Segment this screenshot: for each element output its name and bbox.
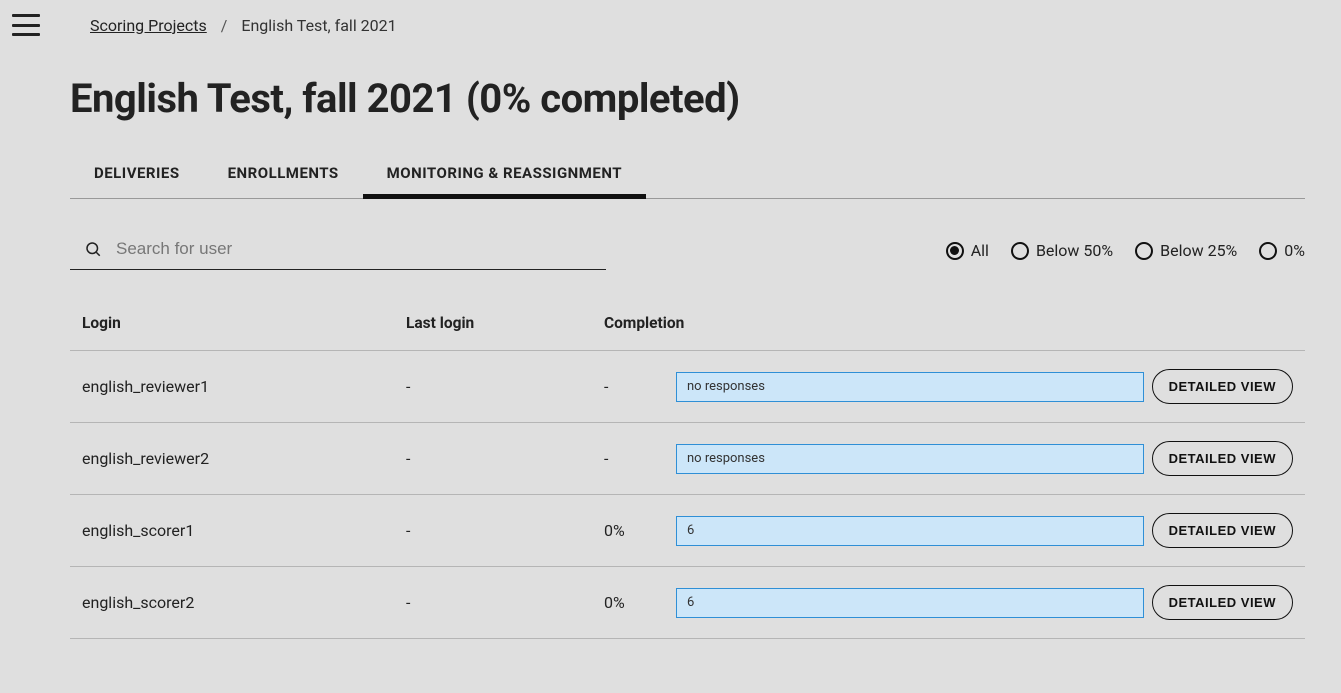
search-input[interactable]: [116, 239, 602, 259]
radio-icon: [1259, 242, 1277, 260]
detailed-view-button[interactable]: DETAILED VIEW: [1152, 585, 1293, 620]
filter-label: Below 25%: [1160, 241, 1237, 260]
table-row: english_scorer2 - 0% 6 DETAILED VIEW: [70, 566, 1305, 639]
filter-label: All: [971, 241, 989, 260]
tab-monitoring[interactable]: MONITORING & REASSIGNMENT: [387, 152, 622, 198]
filter-radio-below-50[interactable]: Below 50%: [1011, 241, 1113, 260]
filter-label: 0%: [1284, 241, 1305, 260]
col-header-login: Login: [82, 314, 406, 332]
breadcrumb-current: English Test, fall 2021: [241, 16, 396, 35]
cell-last-login: -: [406, 377, 604, 396]
search-icon: [84, 240, 102, 258]
search-field[interactable]: [70, 231, 606, 270]
cell-last-login: -: [406, 449, 604, 468]
cell-completion: -: [604, 449, 676, 468]
cell-login: english_scorer1: [82, 521, 406, 540]
filter-label: Below 50%: [1036, 241, 1113, 260]
cell-login: english_scorer2: [82, 593, 406, 612]
progress-indicator: 6: [676, 516, 1144, 546]
cell-login: english_reviewer1: [82, 377, 406, 396]
tab-deliveries[interactable]: DELIVERIES: [94, 152, 180, 198]
progress-indicator: no responses: [676, 444, 1144, 474]
cell-completion: 0%: [604, 521, 676, 540]
detailed-view-button[interactable]: DETAILED VIEW: [1152, 369, 1293, 404]
filter-radio-zero[interactable]: 0%: [1259, 241, 1305, 260]
completion-filters: All Below 50% Below 25% 0%: [946, 241, 1305, 260]
menu-hamburger-icon[interactable]: [12, 14, 40, 36]
page-title: English Test, fall 2021 (0% completed): [70, 75, 1305, 122]
table-row: english_reviewer1 - - no responses DETAI…: [70, 350, 1305, 422]
cell-completion: -: [604, 377, 676, 396]
progress-indicator: 6: [676, 588, 1144, 618]
progress-indicator: no responses: [676, 372, 1144, 402]
radio-icon: [946, 242, 964, 260]
cell-login: english_reviewer2: [82, 449, 406, 468]
col-header-completion: Completion: [604, 314, 1153, 332]
radio-icon: [1011, 242, 1029, 260]
breadcrumb-separator: /: [221, 16, 228, 35]
tabs: DELIVERIES ENROLLMENTS MONITORING & REAS…: [70, 152, 1305, 199]
cell-last-login: -: [406, 593, 604, 612]
detailed-view-button[interactable]: DETAILED VIEW: [1152, 441, 1293, 476]
detailed-view-button[interactable]: DETAILED VIEW: [1152, 513, 1293, 548]
cell-last-login: -: [406, 521, 604, 540]
table-header-row: Login Last login Completion: [70, 300, 1305, 350]
table-row: english_scorer1 - 0% 6 DETAILED VIEW: [70, 494, 1305, 566]
breadcrumb: Scoring Projects / English Test, fall 20…: [70, 0, 1305, 35]
breadcrumb-root-link[interactable]: Scoring Projects: [90, 16, 207, 35]
users-table: Login Last login Completion english_revi…: [70, 300, 1305, 639]
table-row: english_reviewer2 - - no responses DETAI…: [70, 422, 1305, 494]
filter-radio-below-25[interactable]: Below 25%: [1135, 241, 1237, 260]
tab-enrollments[interactable]: ENROLLMENTS: [228, 152, 339, 198]
filter-radio-all[interactable]: All: [946, 241, 989, 260]
cell-completion: 0%: [604, 593, 676, 612]
col-header-last-login: Last login: [406, 314, 604, 332]
radio-icon: [1135, 242, 1153, 260]
